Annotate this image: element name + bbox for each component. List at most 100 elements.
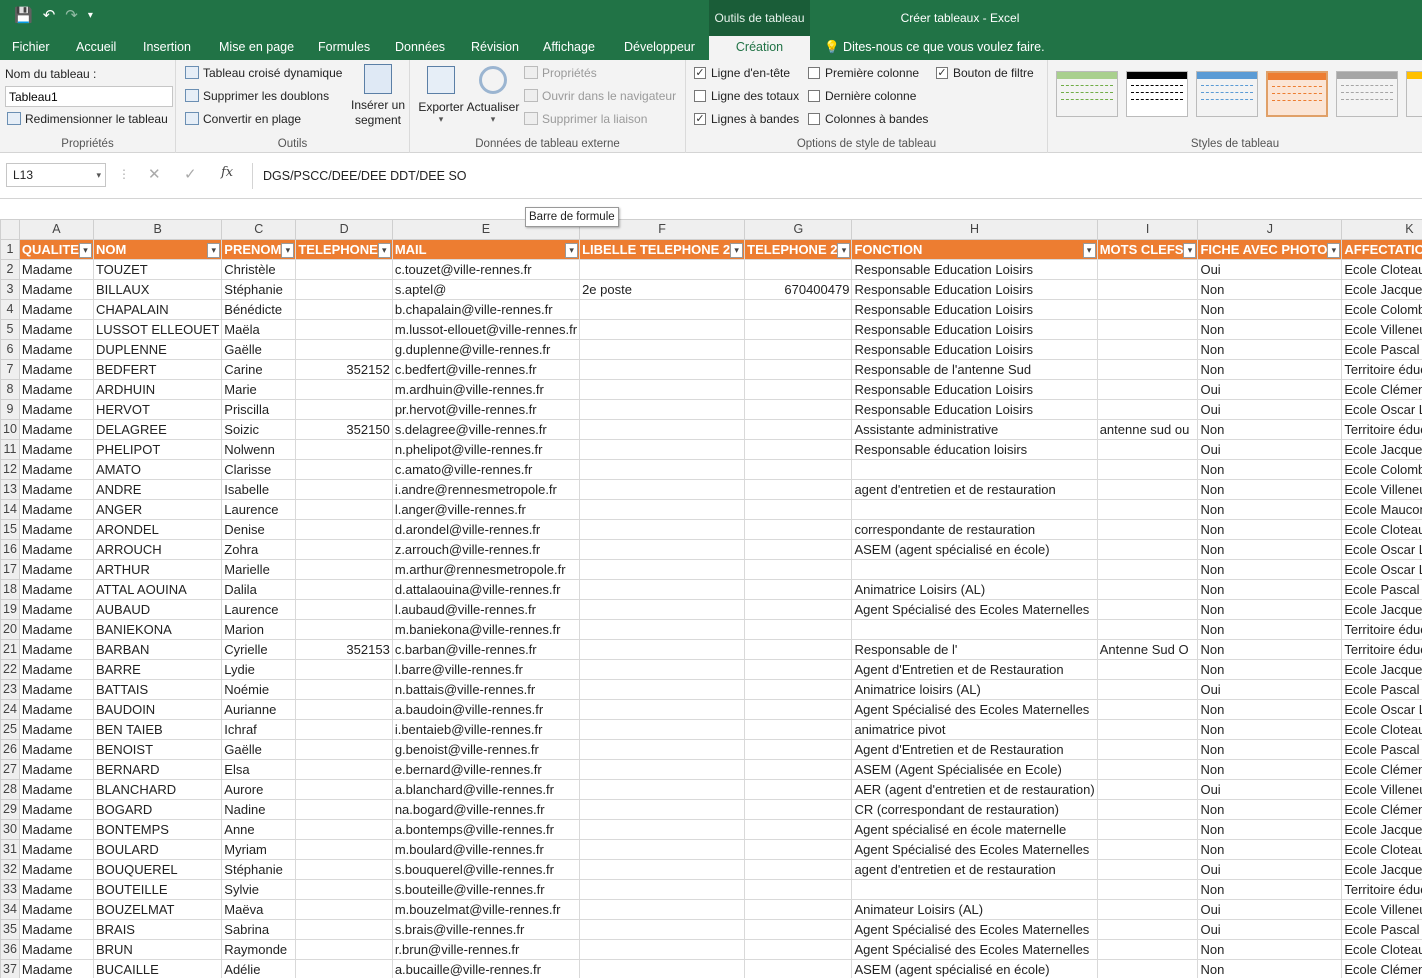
cell[interactable]: g.duplenne@ville-rennes.fr — [391, 339, 581, 360]
cell[interactable] — [579, 899, 746, 920]
cell[interactable]: Marie — [221, 379, 297, 400]
cell[interactable]: Ecole Clémenceau — [1341, 959, 1422, 978]
cell[interactable]: BAUDOIN — [92, 699, 223, 720]
cell[interactable] — [744, 739, 853, 760]
cell[interactable] — [579, 839, 746, 860]
cell[interactable] — [1096, 339, 1199, 360]
row-header[interactable]: 33 — [0, 879, 20, 900]
cell[interactable]: HERVOT — [92, 399, 223, 420]
cell[interactable]: BERNARD — [92, 759, 223, 780]
cell[interactable]: ARDHUIN — [92, 379, 223, 400]
cell[interactable] — [1096, 319, 1199, 340]
cell[interactable]: a.bontemps@ville-rennes.fr — [391, 819, 581, 840]
cell[interactable] — [579, 399, 746, 420]
cell[interactable]: Non — [1197, 459, 1343, 480]
cell[interactable] — [579, 959, 746, 978]
cell[interactable]: na.bogard@ville-rennes.fr — [391, 799, 581, 820]
cell[interactable] — [1096, 919, 1199, 940]
cell[interactable] — [744, 719, 853, 740]
redo-icon[interactable]: ↷ — [65, 6, 78, 24]
cell[interactable] — [1096, 839, 1199, 860]
cell[interactable]: Maëva — [221, 899, 297, 920]
cell[interactable]: Sylvie — [221, 879, 297, 900]
pivot-table-button[interactable]: Tableau croisé dynamique — [185, 66, 342, 80]
enter-icon[interactable]: ✓ — [184, 165, 197, 183]
table-header-cell[interactable]: NOM — [92, 239, 223, 260]
cell[interactable] — [295, 559, 393, 580]
cell[interactable] — [1096, 659, 1199, 680]
cell[interactable]: Responsable Education Loisirs — [851, 259, 1098, 280]
cell[interactable] — [744, 699, 853, 720]
cell[interactable] — [579, 819, 746, 840]
convert-range-button[interactable]: Convertir en plage — [185, 112, 301, 126]
cell[interactable]: Non — [1197, 359, 1343, 380]
cell[interactable] — [579, 419, 746, 440]
cell[interactable]: Madame — [18, 739, 94, 760]
cell[interactable] — [579, 479, 746, 500]
cell[interactable]: Ecole Oscar Leroux — [1341, 559, 1422, 580]
cell[interactable]: Animatrice Loisirs (AL) — [851, 579, 1098, 600]
cell[interactable]: Madame — [18, 359, 94, 380]
cell[interactable]: Territoire éducatif — [1341, 879, 1422, 900]
cell[interactable]: Agent Spécialisé des Ecoles Maternelles — [851, 699, 1098, 720]
cell[interactable]: Non — [1197, 639, 1343, 660]
cell[interactable] — [1096, 699, 1199, 720]
cell[interactable]: Ecole Cloteaux — [1341, 839, 1422, 860]
insert-function-icon[interactable]: fx — [221, 165, 233, 180]
cell[interactable]: Ecole Jacques Prévert — [1341, 859, 1422, 880]
cell[interactable]: Oui — [1197, 399, 1343, 420]
cell[interactable]: 670400479 — [744, 279, 853, 300]
banded-columns-checkbox[interactable] — [808, 113, 820, 125]
cell[interactable] — [579, 699, 746, 720]
formula-input[interactable]: DGS/PSCC/DEE/DEE DDT/DEE SO — [252, 163, 1422, 189]
cell[interactable]: m.baniekona@ville-rennes.fr — [391, 619, 581, 640]
cell[interactable]: ANGER — [92, 499, 223, 520]
cell[interactable] — [744, 519, 853, 540]
cell[interactable] — [851, 499, 1098, 520]
cell[interactable]: LUSSOT ELLEOUET — [92, 319, 223, 340]
cell[interactable]: s.brais@ville-rennes.fr — [391, 919, 581, 940]
cell[interactable]: Stéphanie — [221, 859, 297, 880]
table-header-cell[interactable]: MAIL — [391, 239, 581, 260]
row-header[interactable]: 11 — [0, 439, 20, 460]
cell[interactable]: Madame — [18, 859, 94, 880]
cell[interactable]: Madame — [18, 459, 94, 480]
cell[interactable]: Territoire éducatif — [1341, 359, 1422, 380]
cell[interactable] — [579, 759, 746, 780]
cell[interactable]: Lydie — [221, 659, 297, 680]
cancel-icon[interactable]: ✕ — [148, 165, 161, 183]
cell[interactable]: Madame — [18, 319, 94, 340]
cell[interactable]: d.arondel@ville-rennes.fr — [391, 519, 581, 540]
cell[interactable]: Ecole Jacques Prévert — [1341, 819, 1422, 840]
row-header[interactable]: 6 — [0, 339, 20, 360]
row-header[interactable]: 7 — [0, 359, 20, 380]
cell[interactable]: Ecole Oscar Leroux — [1341, 399, 1422, 420]
cell[interactable]: ASEM (Agent Spécialisée en Ecole) — [851, 759, 1098, 780]
cell[interactable] — [744, 819, 853, 840]
cell[interactable] — [295, 319, 393, 340]
cell[interactable]: Oui — [1197, 899, 1343, 920]
cell[interactable]: BEN TAIEB — [92, 719, 223, 740]
cell[interactable]: Laurence — [221, 499, 297, 520]
row-header[interactable]: 16 — [0, 539, 20, 560]
column-header-b[interactable]: B — [92, 219, 223, 240]
cell[interactable] — [744, 359, 853, 380]
cell[interactable]: BUCAILLE — [92, 959, 223, 978]
cell[interactable] — [579, 599, 746, 620]
cell[interactable]: n.phelipot@ville-rennes.fr — [391, 439, 581, 460]
cell[interactable] — [744, 319, 853, 340]
cell[interactable] — [1096, 379, 1199, 400]
cell[interactable]: Non — [1197, 419, 1343, 440]
cell[interactable]: Non — [1197, 699, 1343, 720]
cell[interactable]: Madame — [18, 279, 94, 300]
cell[interactable] — [295, 599, 393, 620]
cell[interactable]: 352150 — [295, 419, 393, 440]
tab-affichage[interactable]: Affichage — [543, 36, 595, 60]
cell[interactable] — [744, 899, 853, 920]
cell[interactable] — [744, 619, 853, 640]
tab-insertion[interactable]: Insertion — [143, 36, 191, 60]
cell[interactable]: Ecole Pascal Lafaye — [1341, 739, 1422, 760]
cell[interactable]: i.bentaieb@ville-rennes.fr — [391, 719, 581, 740]
cell[interactable]: Aurianne — [221, 699, 297, 720]
cell[interactable]: antenne sud ou — [1096, 419, 1199, 440]
